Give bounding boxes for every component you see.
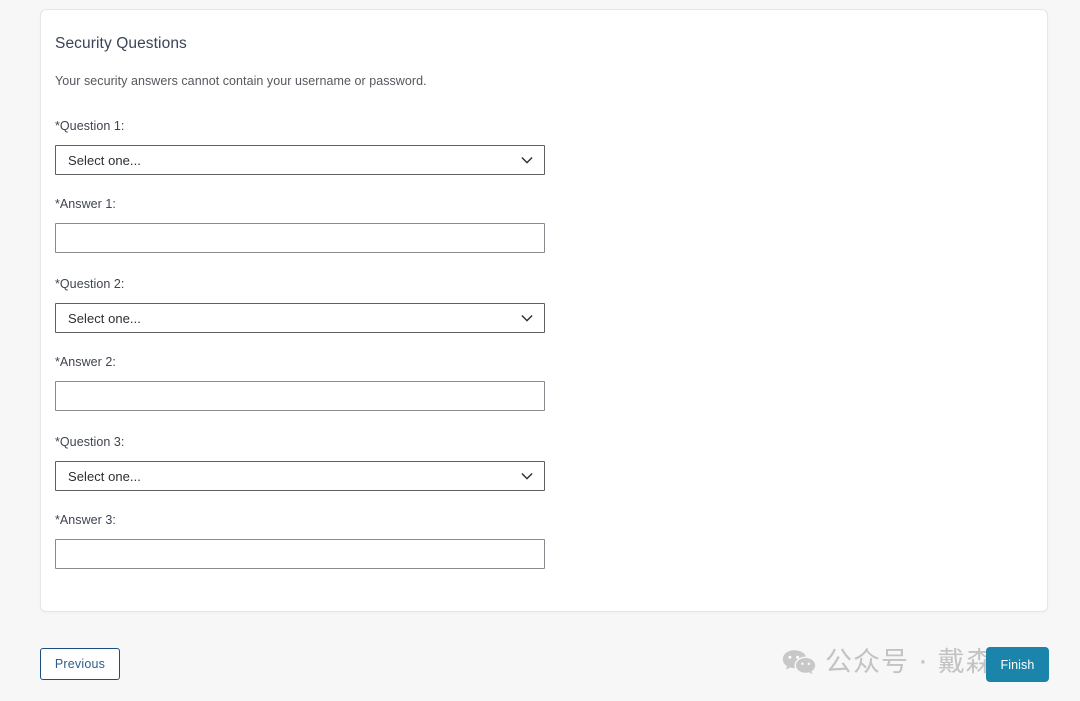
question-1-select[interactable]: Select one... — [55, 145, 545, 175]
security-questions-card: Security Questions Your security answers… — [40, 9, 1048, 612]
previous-button[interactable]: Previous — [40, 648, 120, 680]
security-questions-page: Security Questions Your security answers… — [0, 0, 1080, 701]
finish-button[interactable]: Finish — [986, 647, 1049, 682]
card-content: Security Questions Your security answers… — [41, 10, 1047, 569]
question-3-select-wrap: Select one... — [55, 461, 545, 491]
question-2-select-wrap: Select one... — [55, 303, 545, 333]
answer-1-input[interactable] — [55, 223, 545, 253]
question-1-label: *Question 1: — [55, 119, 125, 133]
security-questions-form: *Question 1: Select one... *Answer 1: *Q… — [55, 119, 1047, 569]
answer-2-input[interactable] — [55, 381, 545, 411]
answer-1-label: *Answer 1: — [55, 197, 116, 211]
question-2-select[interactable]: Select one... — [55, 303, 545, 333]
question-1-select-wrap: Select one... — [55, 145, 545, 175]
card-subtitle: Your security answers cannot contain you… — [55, 74, 427, 88]
page-title: Security Questions — [55, 35, 187, 52]
answer-3-input[interactable] — [55, 539, 545, 569]
question-3-select[interactable]: Select one... — [55, 461, 545, 491]
question-3-label: *Question 3: — [55, 435, 125, 449]
question-group-3: *Question 3: Select one... *Answer 3: — [55, 435, 1047, 569]
answer-2-label: *Answer 2: — [55, 355, 116, 369]
question-2-label: *Question 2: — [55, 277, 125, 291]
footer-actions: Previous — [0, 612, 1080, 701]
question-group-1: *Question 1: Select one... *Answer 1: — [55, 119, 1047, 253]
answer-3-label: *Answer 3: — [55, 513, 116, 527]
question-group-2: *Question 2: Select one... *Answer 2: — [55, 277, 1047, 411]
